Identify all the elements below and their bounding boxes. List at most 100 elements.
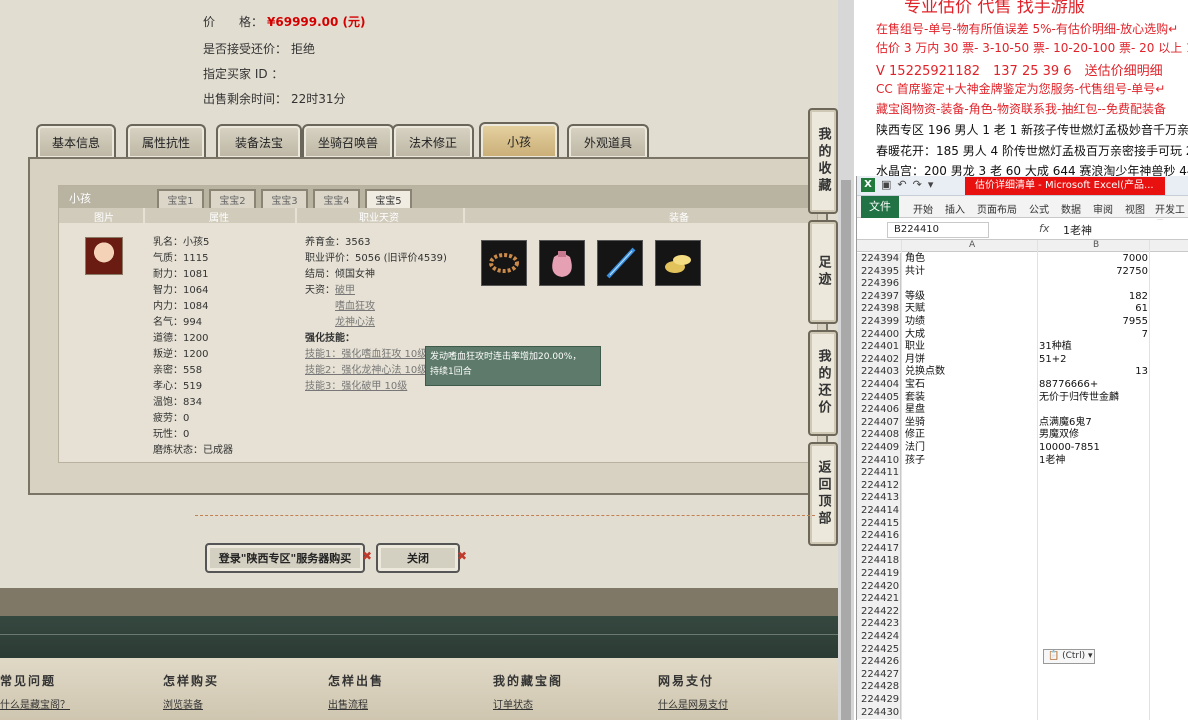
tab-baby-2[interactable]: 宝宝2 xyxy=(209,189,256,208)
fx-icon[interactable]: fx xyxy=(1039,222,1049,235)
row-number[interactable]: 224395 xyxy=(857,265,901,279)
cell-b[interactable]: 男魔双修 xyxy=(1039,429,1079,442)
row-number[interactable]: 224427 xyxy=(857,668,901,682)
tab-insert[interactable]: 插入 xyxy=(945,201,965,216)
sheet-row[interactable]: 224413 xyxy=(857,492,1188,505)
sheet-row[interactable]: 224404 宝石 88776666+ xyxy=(857,379,1188,392)
row-number[interactable]: 224394 xyxy=(857,253,901,266)
sheet-row[interactable]: 224426 xyxy=(857,656,1188,669)
cell-a[interactable]: 兑换点数 xyxy=(905,366,945,379)
row-number[interactable]: 224424 xyxy=(857,631,901,644)
equip-slot-2[interactable] xyxy=(539,240,585,286)
talent-link-1[interactable]: 破甲 xyxy=(335,285,355,296)
row-number[interactable]: 224423 xyxy=(857,618,901,631)
sheet-row[interactable]: 224419 xyxy=(857,568,1188,581)
sheet-row[interactable]: 224397 等级 182 xyxy=(857,290,1188,304)
sheet-row[interactable]: 224416 xyxy=(857,530,1188,543)
row-number[interactable]: 224422 xyxy=(857,605,901,619)
sheet-row[interactable]: 224398 天赋 61 xyxy=(857,303,1188,316)
row-number[interactable]: 224404 xyxy=(857,379,901,392)
sheet-row[interactable]: 224422 xyxy=(857,605,1188,619)
column-a[interactable]: A xyxy=(969,240,975,250)
footer-my-link[interactable]: 订单状态 xyxy=(493,696,533,711)
tab-spell-correction[interactable]: 法术修正 xyxy=(392,124,474,158)
tab-equipment[interactable]: 装备法宝 xyxy=(216,124,302,158)
login-purchase-button[interactable]: 登录"陕西专区"服务器购买 xyxy=(205,543,365,573)
cell-b[interactable]: 7 xyxy=(1142,329,1148,342)
row-number[interactable]: 224413 xyxy=(857,492,901,505)
row-number[interactable]: 224399 xyxy=(857,316,901,329)
tab-data[interactable]: 数据 xyxy=(1061,201,1081,216)
row-number[interactable]: 224410 xyxy=(857,454,901,468)
footer-buy-link[interactable]: 浏览装备 xyxy=(163,696,203,711)
cell-b[interactable]: 点满魔6鬼7 xyxy=(1039,417,1092,430)
cell-a[interactable]: 共计 xyxy=(905,266,925,279)
equip-slot-1[interactable] xyxy=(481,240,527,286)
cell-a[interactable]: 修正 xyxy=(905,429,925,442)
cell-a[interactable]: 法门 xyxy=(905,442,925,455)
skill-link-1[interactable]: 技能1：强化嗜血狂攻 10级 xyxy=(305,349,427,360)
tab-child[interactable]: 小孩 xyxy=(479,122,559,158)
sheet-row[interactable]: 224421 xyxy=(857,593,1188,606)
cell-b[interactable]: 7000 xyxy=(1123,253,1148,266)
sheet-row[interactable]: 224411 xyxy=(857,467,1188,480)
sheet-row[interactable]: 224427 xyxy=(857,668,1188,682)
row-number[interactable]: 224405 xyxy=(857,391,901,405)
cell-b[interactable]: 61 xyxy=(1135,303,1148,316)
talent-link-2[interactable]: 嗜血狂攻 xyxy=(335,301,375,312)
tab-page-layout[interactable]: 页面布局 xyxy=(977,201,1017,216)
sheet-row[interactable]: 224405 套装 无价于归传世金麟 xyxy=(857,391,1188,405)
row-number[interactable]: 224425 xyxy=(857,643,901,657)
tab-baby-1[interactable]: 宝宝1 xyxy=(157,189,204,208)
row-number[interactable]: 224398 xyxy=(857,303,901,316)
row-number[interactable]: 224420 xyxy=(857,580,901,594)
row-number[interactable]: 224421 xyxy=(857,593,901,606)
sheet-row[interactable]: 224396 xyxy=(857,278,1188,291)
row-number[interactable]: 224416 xyxy=(857,530,901,543)
row-number[interactable]: 224400 xyxy=(857,328,901,342)
my-favorites-button[interactable]: 我的收藏 xyxy=(808,108,838,214)
row-number[interactable]: 224418 xyxy=(857,555,901,568)
name-box[interactable]: B224410 xyxy=(887,222,989,238)
cell-b[interactable]: 88776666+ xyxy=(1039,379,1098,392)
row-number[interactable]: 224397 xyxy=(857,290,901,304)
talent-link-3[interactable]: 龙神心法 xyxy=(335,317,375,328)
row-number[interactable]: 224426 xyxy=(857,656,901,669)
row-number[interactable]: 224407 xyxy=(857,416,901,430)
cell-b[interactable]: 1老神 xyxy=(1039,455,1065,468)
sheet-row[interactable]: 224418 xyxy=(857,555,1188,568)
sheet-row[interactable]: 224423 xyxy=(857,618,1188,631)
my-counter-offers-button[interactable]: 我的还价 xyxy=(808,330,838,436)
cell-a[interactable]: 角色 xyxy=(905,253,925,266)
sheet-row[interactable]: 224417 xyxy=(857,542,1188,556)
sheet-row[interactable]: 224406 星盘 xyxy=(857,404,1188,417)
row-number[interactable]: 224415 xyxy=(857,517,901,531)
cell-b[interactable]: 72750 xyxy=(1116,266,1148,279)
row-number[interactable]: 224411 xyxy=(857,467,901,480)
cell-a[interactable]: 孩子 xyxy=(905,455,925,468)
skill-link-2[interactable]: 技能2：强化龙神心法 10级 xyxy=(305,365,427,376)
row-number[interactable]: 224428 xyxy=(857,681,901,694)
cell-a[interactable]: 大成 xyxy=(905,329,925,342)
cell-b[interactable]: 31种植 xyxy=(1039,341,1072,354)
paste-options[interactable]: 📋 (Ctrl) ▾ xyxy=(1043,649,1095,664)
column-b[interactable]: B xyxy=(1093,240,1099,250)
sheet-row[interactable]: 224412 xyxy=(857,479,1188,493)
cell-a[interactable]: 坐骑 xyxy=(905,417,925,430)
tab-appearance[interactable]: 外观道具 xyxy=(567,124,649,158)
sheet-row[interactable]: 224428 xyxy=(857,681,1188,694)
cell-b[interactable]: 10000-7851 xyxy=(1039,442,1100,455)
cell-a[interactable]: 宝石 xyxy=(905,379,925,392)
row-number[interactable]: 224403 xyxy=(857,366,901,379)
skill-link-3[interactable]: 技能3：强化破甲 10级 xyxy=(305,381,407,392)
cell-a[interactable]: 功绩 xyxy=(905,316,925,329)
row-number[interactable]: 224419 xyxy=(857,568,901,581)
row-number[interactable]: 224401 xyxy=(857,341,901,354)
row-number[interactable]: 224396 xyxy=(857,278,901,291)
sheet-row[interactable]: 224407 坐骑 点满魔6鬼7 xyxy=(857,416,1188,430)
cell-b[interactable]: 7955 xyxy=(1123,316,1148,329)
tab-basic-info[interactable]: 基本信息 xyxy=(36,124,116,158)
cell-a[interactable]: 星盘 xyxy=(905,404,925,417)
row-number[interactable]: 224412 xyxy=(857,479,901,493)
tab-attributes[interactable]: 属性抗性 xyxy=(126,124,206,158)
